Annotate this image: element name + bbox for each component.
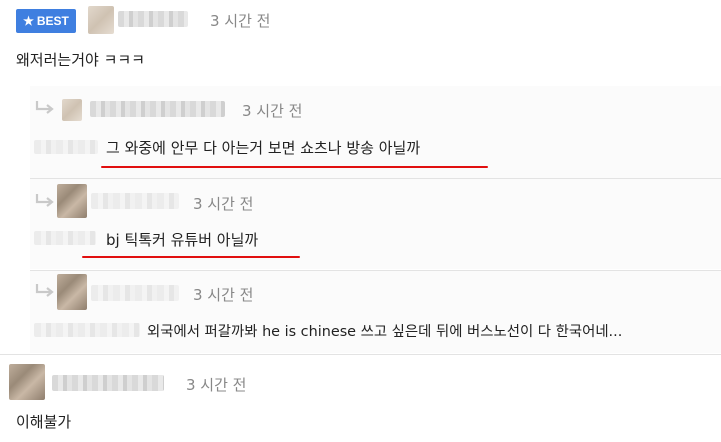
reply-time: 3 시간 전 — [193, 286, 254, 304]
best-badge-label: BEST — [36, 14, 69, 28]
blurred-mention — [34, 140, 98, 154]
reply-time: 3 시간 전 — [193, 195, 254, 213]
reply-item — [30, 86, 721, 178]
comment-body: 이해불가 — [16, 413, 72, 431]
comment-time: 3 시간 전 — [186, 376, 247, 394]
reply-arrow-icon — [35, 194, 54, 207]
reply-body: 외국에서 퍼갈까봐 he is chinese 쓰고 싶은데 뒤에 버스노선이 … — [147, 324, 623, 340]
username-blurred[interactable] — [91, 285, 179, 301]
avatar[interactable] — [9, 364, 45, 400]
comment-body: 왜저러는거야 ㅋㅋㅋ — [16, 51, 145, 69]
reply-arrow-icon — [35, 101, 54, 114]
blurred-mention — [34, 323, 140, 337]
comment-time: 3 시간 전 — [210, 12, 271, 30]
avatar[interactable] — [57, 274, 87, 310]
username-blurred[interactable] — [52, 375, 164, 391]
username-blurred[interactable] — [118, 11, 188, 27]
red-underline — [101, 166, 488, 168]
username-blurred[interactable] — [90, 101, 225, 117]
reply-body: bj 틱톡커 유튜버 아닐까 — [106, 231, 259, 249]
divider — [0, 354, 721, 355]
avatar[interactable] — [62, 99, 82, 121]
star-icon: ★ — [23, 14, 34, 28]
reply-body: 그 와중에 안무 다 아는거 보면 쇼츠나 방송 아닐까 — [106, 139, 421, 157]
reply-time: 3 시간 전 — [242, 102, 303, 120]
avatar[interactable] — [57, 184, 87, 218]
username-blurred[interactable] — [91, 193, 179, 209]
red-underline — [82, 256, 300, 258]
reply-arrow-icon — [35, 284, 54, 297]
best-badge: ★ BEST — [16, 9, 76, 33]
avatar[interactable] — [88, 6, 114, 34]
blurred-mention — [34, 231, 96, 245]
